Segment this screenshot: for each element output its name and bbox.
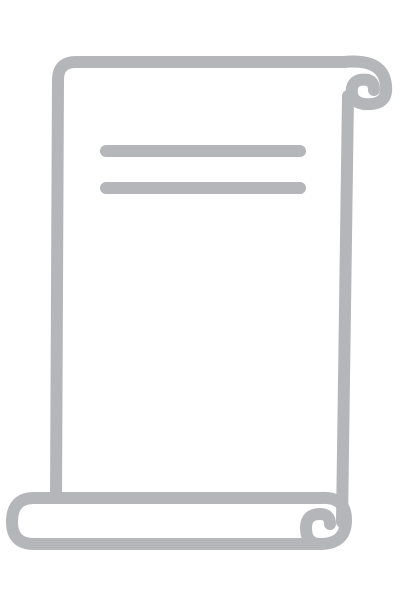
top-roll-curl — [338, 55, 393, 111]
bottom-roll — [6, 492, 326, 550]
scroll-body-outline — [50, 56, 350, 504]
bottom-roll-curl — [300, 491, 352, 550]
scroll-document-icon — [6, 55, 393, 550]
canvas — [0, 0, 400, 600]
scroll-right-edge — [336, 90, 354, 528]
